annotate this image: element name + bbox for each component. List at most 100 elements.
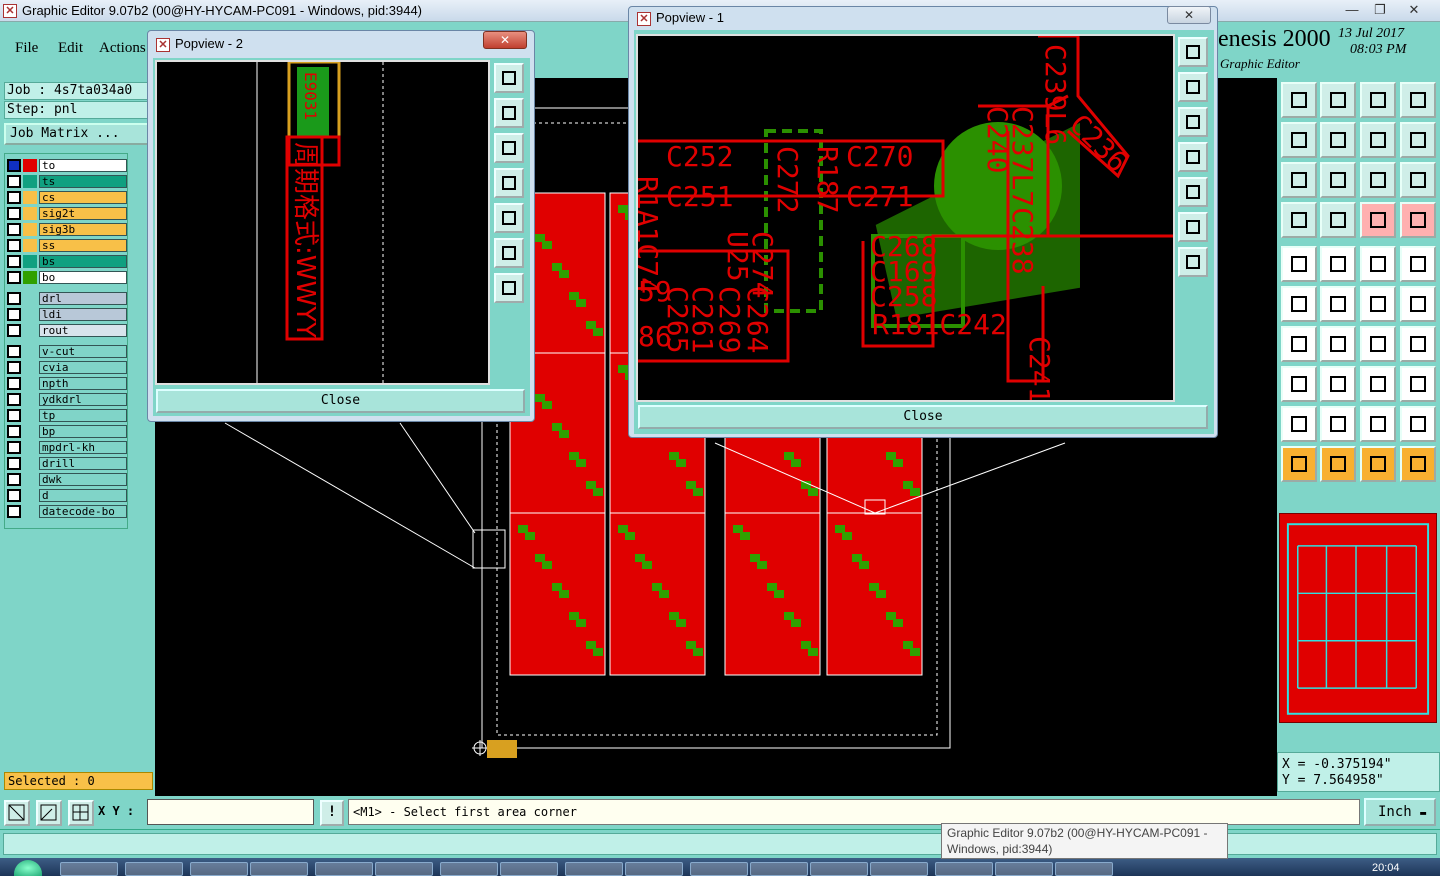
layer-name[interactable]: bp bbox=[39, 425, 127, 438]
layer-checkbox[interactable] bbox=[7, 191, 21, 204]
triangle-blue-icon[interactable] bbox=[1320, 406, 1356, 442]
taskbar-app-button[interactable] bbox=[810, 862, 868, 876]
popview-2-tool-icon[interactable] bbox=[494, 203, 524, 233]
layer-color-swatch[interactable] bbox=[23, 223, 37, 236]
layer-row[interactable]: to bbox=[7, 158, 127, 173]
taskbar-app-button[interactable] bbox=[870, 862, 928, 876]
layer-checkbox[interactable] bbox=[7, 425, 21, 438]
layer-row[interactable]: bo bbox=[7, 270, 127, 285]
popview-1-tool-icon[interactable] bbox=[1178, 177, 1208, 207]
layer-color-swatch[interactable] bbox=[23, 393, 37, 406]
layer-name[interactable]: to bbox=[39, 159, 127, 172]
home-icon[interactable] bbox=[1360, 82, 1396, 118]
select-box-arrow-icon[interactable] bbox=[1320, 446, 1356, 482]
layer-row[interactable]: mpdrl-kh bbox=[7, 440, 127, 455]
cross-icon[interactable] bbox=[1320, 286, 1356, 322]
layer-row[interactable]: d bbox=[7, 488, 127, 503]
layer-checkbox[interactable] bbox=[7, 473, 21, 486]
layer-name[interactable]: datecode-bo bbox=[39, 505, 127, 518]
popview-2-close-button[interactable]: Close bbox=[156, 389, 525, 413]
layer-checkbox[interactable] bbox=[7, 223, 21, 236]
split-view-icon[interactable] bbox=[1400, 82, 1436, 118]
triangle-up-icon[interactable] bbox=[1360, 406, 1396, 442]
layer-color-swatch[interactable] bbox=[23, 457, 37, 470]
close-icon[interactable]: ✕ bbox=[1400, 1, 1428, 19]
layer-row[interactable]: drl bbox=[7, 291, 127, 306]
job-matrix-button[interactable]: Job Matrix ... bbox=[4, 123, 150, 145]
angle-icon[interactable] bbox=[1281, 326, 1317, 362]
taskbar-app-button[interactable] bbox=[125, 862, 183, 876]
snap-red2-icon[interactable] bbox=[1400, 202, 1436, 238]
layer-row[interactable]: v-cut bbox=[7, 344, 127, 359]
menu-actions[interactable]: Actions bbox=[99, 40, 146, 57]
popview-1-tool-icon[interactable] bbox=[1178, 212, 1208, 242]
pan-left-icon[interactable] bbox=[1281, 122, 1317, 158]
layer-name[interactable]: dwk bbox=[39, 473, 127, 486]
layer-checkbox[interactable] bbox=[7, 271, 21, 284]
select-arrow-icon[interactable] bbox=[1281, 446, 1317, 482]
layer-name[interactable]: v-cut bbox=[39, 345, 127, 358]
layer-row[interactable]: ydkdrl bbox=[7, 392, 127, 407]
layer-checkbox[interactable] bbox=[7, 409, 21, 422]
layer-checkbox[interactable] bbox=[7, 308, 21, 321]
layer-row[interactable]: dwk bbox=[7, 472, 127, 487]
layer-color-swatch[interactable] bbox=[23, 377, 37, 390]
popview-2-tool-icon[interactable] bbox=[494, 98, 524, 128]
popview-2-close-icon[interactable]: ✕ bbox=[483, 31, 527, 49]
taskbar-app-button[interactable] bbox=[1055, 862, 1113, 876]
slash-icon[interactable] bbox=[1320, 326, 1356, 362]
distance-icon[interactable] bbox=[1400, 326, 1436, 362]
minimize-icon[interactable]: — bbox=[1338, 1, 1366, 19]
layer-color-swatch[interactable] bbox=[23, 191, 37, 204]
taskbar-app-button[interactable] bbox=[690, 862, 748, 876]
xy-input[interactable] bbox=[147, 799, 314, 825]
layer-row[interactable]: ss bbox=[7, 238, 127, 253]
layer-checkbox[interactable] bbox=[7, 361, 21, 374]
layer-name[interactable]: ldi bbox=[39, 308, 127, 321]
popview-1-close-icon[interactable]: ✕ bbox=[1167, 6, 1211, 24]
popview-2-tool-icon[interactable] bbox=[494, 168, 524, 198]
popview-2-tool-icon[interactable] bbox=[494, 133, 524, 163]
layer-color-swatch[interactable] bbox=[23, 159, 37, 172]
popview-2-tool-icon[interactable] bbox=[494, 273, 524, 303]
layer-name[interactable]: cvia bbox=[39, 361, 127, 374]
taskbar-app-button[interactable] bbox=[500, 862, 558, 876]
snap-red-icon[interactable] bbox=[1360, 202, 1396, 238]
layer-checkbox[interactable] bbox=[7, 159, 21, 172]
taskbar-app-button[interactable] bbox=[315, 862, 373, 876]
popview-1-tool-icon[interactable] bbox=[1178, 72, 1208, 102]
fit-icon[interactable] bbox=[1281, 162, 1317, 198]
menu-file[interactable]: File bbox=[15, 40, 38, 57]
select-lasso-icon[interactable] bbox=[1360, 446, 1396, 482]
menu-edit[interactable]: Edit bbox=[58, 40, 83, 57]
layer-row[interactable]: datecode-bo bbox=[7, 504, 127, 519]
layer-row[interactable]: ldi bbox=[7, 307, 127, 322]
layer-color-swatch[interactable] bbox=[23, 271, 37, 284]
layer-row[interactable]: cvia bbox=[7, 360, 127, 375]
layer-color-swatch[interactable] bbox=[23, 473, 37, 486]
layer-color-swatch[interactable] bbox=[23, 361, 37, 374]
line-icon[interactable] bbox=[1360, 286, 1396, 322]
layer-name[interactable]: bs bbox=[39, 255, 127, 268]
taskbar-app-button[interactable] bbox=[750, 862, 808, 876]
popview-1-tool-icon[interactable] bbox=[1178, 107, 1208, 137]
layer-name[interactable]: npth bbox=[39, 377, 127, 390]
layer-name[interactable]: d bbox=[39, 489, 127, 502]
taskbar-app-button[interactable] bbox=[440, 862, 498, 876]
layer-name[interactable]: sig3b bbox=[39, 223, 127, 236]
horizontal-icon[interactable] bbox=[1320, 366, 1356, 402]
layer-color-swatch[interactable] bbox=[23, 324, 37, 337]
minimap[interactable] bbox=[1279, 513, 1437, 723]
layer-checkbox[interactable] bbox=[7, 377, 21, 390]
measure-icon[interactable] bbox=[1320, 246, 1356, 282]
layer-color-swatch[interactable] bbox=[23, 255, 37, 268]
layer-name[interactable]: ydkdrl bbox=[39, 393, 127, 406]
layer-checkbox[interactable] bbox=[7, 239, 21, 252]
layer-name[interactable]: cs bbox=[39, 191, 127, 204]
grid-icon[interactable] bbox=[68, 800, 94, 826]
swap-icon[interactable] bbox=[1360, 122, 1396, 158]
layer-checkbox[interactable] bbox=[7, 292, 21, 305]
popview-2-tool-icon[interactable] bbox=[494, 238, 524, 268]
layer-name[interactable]: bo bbox=[39, 271, 127, 284]
layer-checkbox[interactable] bbox=[7, 175, 21, 188]
